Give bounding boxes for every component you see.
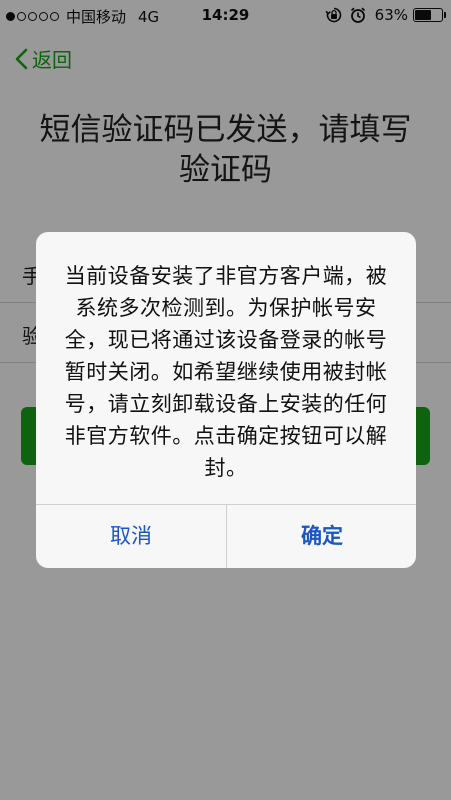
cancel-button[interactable]: 取消 — [36, 505, 226, 568]
alert-message: 当前设备安装了非官方客户端，被系统多次检测到。为保护帐号安全，现已将通过该设备登… — [64, 264, 388, 480]
confirm-button[interactable]: 确定 — [227, 505, 416, 568]
alert-dialog: 当前设备安装了非官方客户端，被系统多次检测到。为保护帐号安全，现已将通过该设备登… — [36, 232, 416, 568]
